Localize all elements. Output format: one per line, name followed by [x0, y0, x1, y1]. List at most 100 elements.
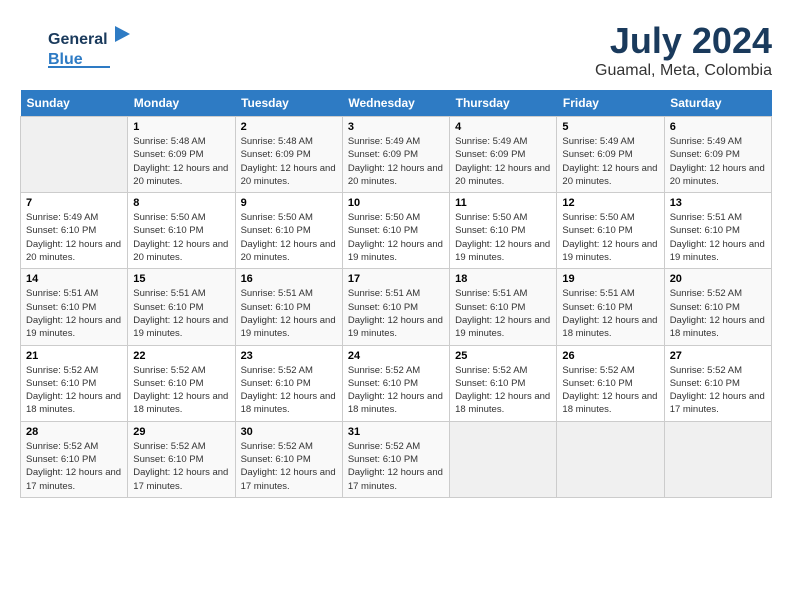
calendar-cell: 22Sunrise: 5:52 AM Sunset: 6:10 PM Dayli…	[128, 345, 235, 421]
calendar-cell: 27 Sunrise: 5:52 AM Sunset: 6:10 PM Dayli…	[664, 345, 771, 421]
day-number: 20	[670, 273, 766, 285]
day-number: 30	[241, 426, 337, 438]
day-number: 19	[562, 273, 658, 285]
calendar-cell: 28Sunrise: 5:52 AM Sunset: 6:10 PM Dayli…	[21, 421, 128, 497]
day-info: Sunrise: 5:50 AM Sunset: 6:10 PM Dayligh…	[133, 211, 229, 264]
day-info: Sunrise: 5:51 AM Sunset: 6:10 PM Dayligh…	[562, 287, 658, 340]
day-number: 4	[455, 121, 551, 133]
calendar-week-row: 14 Sunrise: 5:51 AM Sunset: 6:10 PM Dayli…	[21, 269, 772, 345]
day-number: 14	[26, 273, 122, 285]
day-number: 3	[348, 121, 444, 133]
day-number: 7	[26, 197, 122, 209]
calendar-cell: 16 Sunrise: 5:51 AM Sunset: 6:10 PM Dayli…	[235, 269, 342, 345]
calendar-cell: 26Sunrise: 5:52 AM Sunset: 6:10 PM Dayli…	[557, 345, 664, 421]
calendar-cell: 3 Sunrise: 5:49 AM Sunset: 6:09 PM Daylig…	[342, 117, 449, 193]
day-number: 12	[562, 197, 658, 209]
day-info: Sunrise: 5:50 AM Sunset: 6:10 PM Dayligh…	[562, 211, 658, 264]
day-number: 11	[455, 197, 551, 209]
day-info: Sunrise: 5:49 AM Sunset: 6:09 PM Dayligh…	[562, 135, 658, 188]
calendar-cell: 30 Sunrise: 5:52 AM Sunset: 6:10 PM Dayli…	[235, 421, 342, 497]
day-info: Sunrise: 5:51 AM Sunset: 6:10 PM Dayligh…	[241, 287, 337, 340]
day-number: 5	[562, 121, 658, 133]
day-info: Sunrise: 5:52 AM Sunset: 6:10 PM Dayligh…	[455, 364, 551, 417]
weekday-header: Thursday	[450, 90, 557, 117]
day-info: Sunrise: 5:50 AM Sunset: 6:10 PM Dayligh…	[348, 211, 444, 264]
day-number: 25	[455, 350, 551, 362]
day-number: 18	[455, 273, 551, 285]
day-info: Sunrise: 5:52 AM Sunset: 6:10 PM Dayligh…	[241, 440, 337, 493]
day-number: 6	[670, 121, 766, 133]
day-info: Sunrise: 5:48 AM Sunset: 6:09 PM Dayligh…	[241, 135, 337, 188]
day-info: Sunrise: 5:49 AM Sunset: 6:10 PM Dayligh…	[26, 211, 122, 264]
day-info: Sunrise: 5:50 AM Sunset: 6:10 PM Dayligh…	[455, 211, 551, 264]
calendar-cell: 25 Sunrise: 5:52 AM Sunset: 6:10 PM Dayli…	[450, 345, 557, 421]
day-info: Sunrise: 5:52 AM Sunset: 6:10 PM Dayligh…	[133, 440, 229, 493]
svg-text:Blue: Blue	[48, 51, 83, 68]
calendar-cell: 19 Sunrise: 5:51 AM Sunset: 6:10 PM Dayli…	[557, 269, 664, 345]
day-number: 16	[241, 273, 337, 285]
day-number: 27	[670, 350, 766, 362]
day-info: Sunrise: 5:52 AM Sunset: 6:10 PM Dayligh…	[670, 364, 766, 417]
logo-svg: General Blue	[20, 20, 130, 75]
day-info: Sunrise: 5:48 AM Sunset: 6:09 PM Dayligh…	[133, 135, 229, 188]
calendar-cell: 15 Sunrise: 5:51 AM Sunset: 6:10 PM Dayli…	[128, 269, 235, 345]
calendar-cell	[450, 421, 557, 497]
calendar-week-row: 7 Sunrise: 5:49 AM Sunset: 6:10 PM Daylig…	[21, 193, 772, 269]
day-number: 15	[133, 273, 229, 285]
day-number: 8	[133, 197, 229, 209]
calendar-cell: 23 Sunrise: 5:52 AM Sunset: 6:10 PM Dayli…	[235, 345, 342, 421]
day-info: Sunrise: 5:51 AM Sunset: 6:10 PM Dayligh…	[133, 287, 229, 340]
weekday-header: Monday	[128, 90, 235, 117]
logo-block: General Blue	[20, 20, 130, 80]
day-info: Sunrise: 5:52 AM Sunset: 6:10 PM Dayligh…	[348, 440, 444, 493]
day-info: Sunrise: 5:52 AM Sunset: 6:10 PM Dayligh…	[26, 364, 122, 417]
weekday-header: Saturday	[664, 90, 771, 117]
header-row: SundayMondayTuesdayWednesdayThursdayFrid…	[21, 90, 772, 117]
page-header: General Blue July 2024 Guamal, Meta, Col…	[20, 20, 772, 80]
day-number: 23	[241, 350, 337, 362]
calendar-week-row: 21 Sunrise: 5:52 AM Sunset: 6:10 PM Dayli…	[21, 345, 772, 421]
calendar-cell: 1 Sunrise: 5:48 AM Sunset: 6:09 PM Daylig…	[128, 117, 235, 193]
day-number: 17	[348, 273, 444, 285]
calendar-cell: 8 Sunrise: 5:50 AM Sunset: 6:10 PM Daylig…	[128, 193, 235, 269]
calendar-cell: 5 Sunrise: 5:49 AM Sunset: 6:09 PM Daylig…	[557, 117, 664, 193]
calendar-cell: 11 Sunrise: 5:50 AM Sunset: 6:10 PM Dayli…	[450, 193, 557, 269]
calendar-cell: 20 Sunrise: 5:52 AM Sunset: 6:10 PM Dayli…	[664, 269, 771, 345]
calendar-week-row: 1 Sunrise: 5:48 AM Sunset: 6:09 PM Daylig…	[21, 117, 772, 193]
calendar-cell: 6Sunrise: 5:49 AM Sunset: 6:09 PM Daylig…	[664, 117, 771, 193]
weekday-header: Wednesday	[342, 90, 449, 117]
calendar-cell: 24 Sunrise: 5:52 AM Sunset: 6:10 PM Dayli…	[342, 345, 449, 421]
day-number: 24	[348, 350, 444, 362]
day-number: 26	[562, 350, 658, 362]
calendar-cell: 9Sunrise: 5:50 AM Sunset: 6:10 PM Daylig…	[235, 193, 342, 269]
day-info: Sunrise: 5:51 AM Sunset: 6:10 PM Dayligh…	[455, 287, 551, 340]
day-info: Sunrise: 5:51 AM Sunset: 6:10 PM Dayligh…	[26, 287, 122, 340]
day-number: 21	[26, 350, 122, 362]
day-info: Sunrise: 5:52 AM Sunset: 6:10 PM Dayligh…	[670, 287, 766, 340]
calendar-cell: 7 Sunrise: 5:49 AM Sunset: 6:10 PM Daylig…	[21, 193, 128, 269]
day-number: 2	[241, 121, 337, 133]
day-info: Sunrise: 5:52 AM Sunset: 6:10 PM Dayligh…	[133, 364, 229, 417]
logo: General Blue	[20, 20, 130, 80]
day-info: Sunrise: 5:51 AM Sunset: 6:10 PM Dayligh…	[348, 287, 444, 340]
day-info: Sunrise: 5:49 AM Sunset: 6:09 PM Dayligh…	[348, 135, 444, 188]
calendar-table: SundayMondayTuesdayWednesdayThursdayFrid…	[20, 90, 772, 498]
day-number: 29	[133, 426, 229, 438]
calendar-cell: 17 Sunrise: 5:51 AM Sunset: 6:10 PM Dayli…	[342, 269, 449, 345]
weekday-header: Sunday	[21, 90, 128, 117]
day-number: 9	[241, 197, 337, 209]
day-info: Sunrise: 5:52 AM Sunset: 6:10 PM Dayligh…	[348, 364, 444, 417]
calendar-cell: 29 Sunrise: 5:52 AM Sunset: 6:10 PM Dayli…	[128, 421, 235, 497]
day-info: Sunrise: 5:51 AM Sunset: 6:10 PM Dayligh…	[670, 211, 766, 264]
day-number: 31	[348, 426, 444, 438]
page-subtitle: Guamal, Meta, Colombia	[595, 62, 772, 80]
day-info: Sunrise: 5:52 AM Sunset: 6:10 PM Dayligh…	[241, 364, 337, 417]
calendar-cell: 18 Sunrise: 5:51 AM Sunset: 6:10 PM Dayli…	[450, 269, 557, 345]
calendar-cell: 10Sunrise: 5:50 AM Sunset: 6:10 PM Dayli…	[342, 193, 449, 269]
calendar-cell	[557, 421, 664, 497]
title-block: July 2024 Guamal, Meta, Colombia	[595, 20, 772, 80]
day-number: 1	[133, 121, 229, 133]
day-number: 13	[670, 197, 766, 209]
day-info: Sunrise: 5:52 AM Sunset: 6:10 PM Dayligh…	[26, 440, 122, 493]
svg-text:General: General	[48, 31, 108, 48]
